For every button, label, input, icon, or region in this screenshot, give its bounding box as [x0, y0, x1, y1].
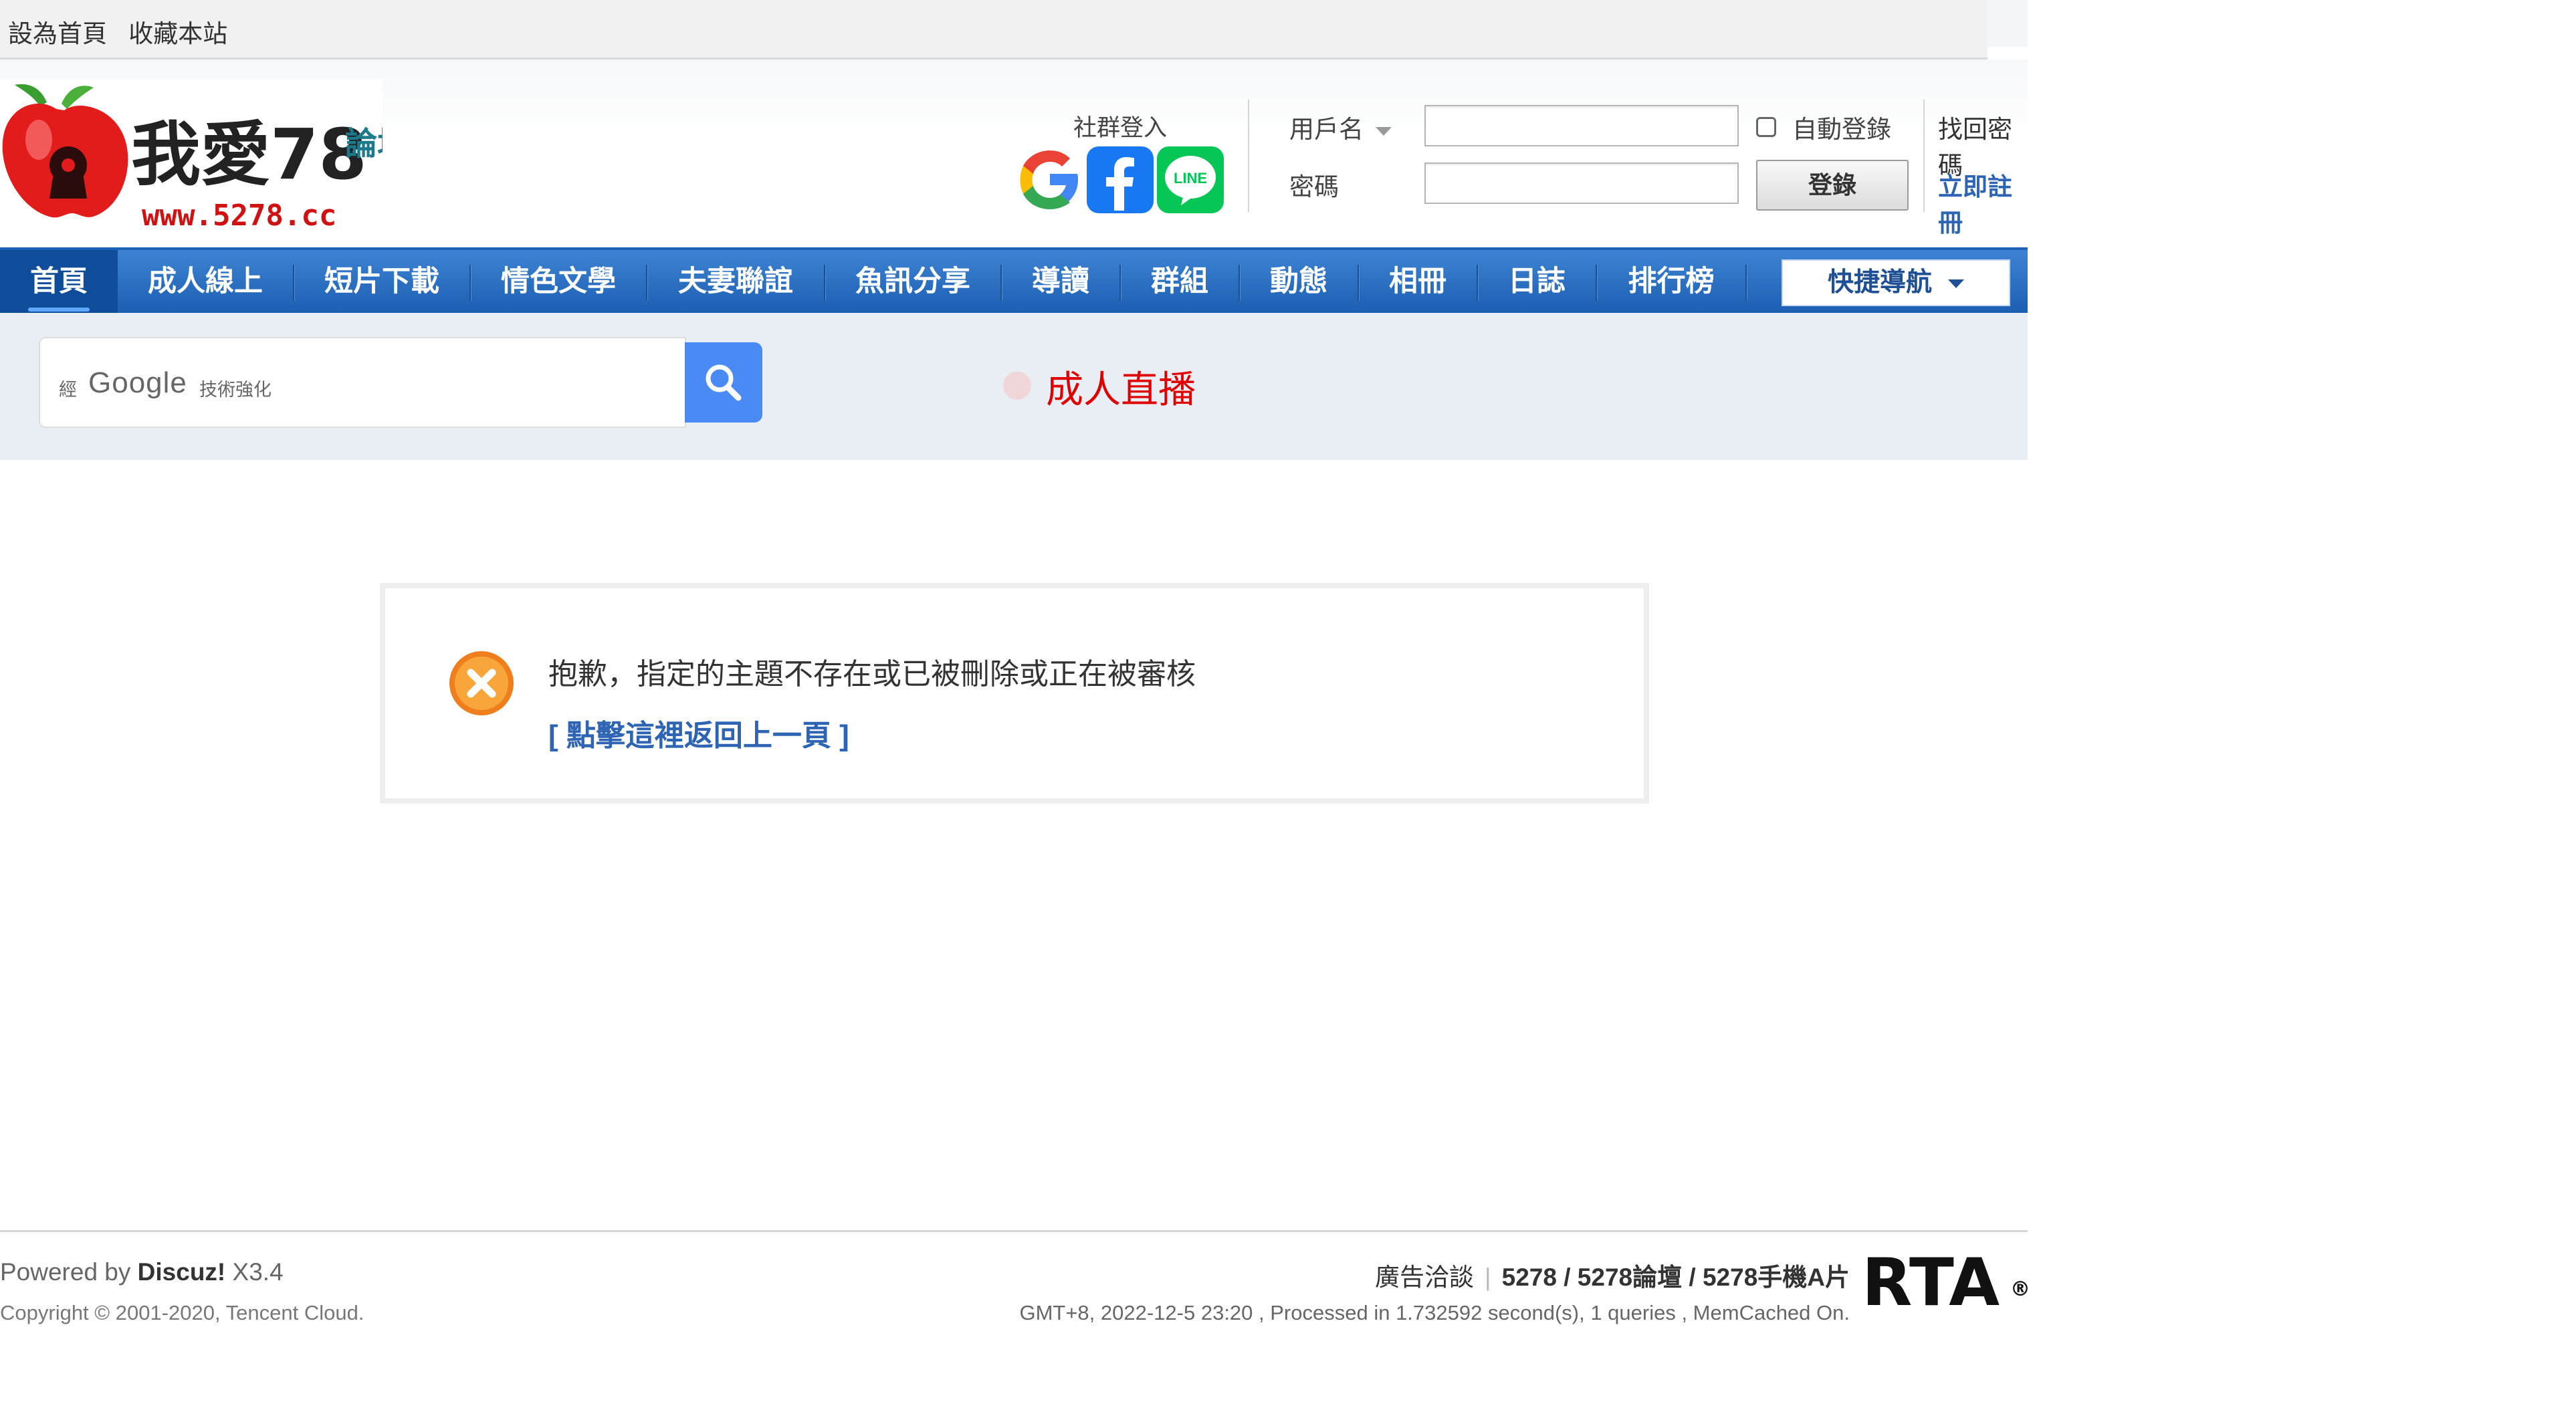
svg-text:論壇: 論壇	[345, 125, 383, 162]
svg-text:LINE: LINE	[1174, 170, 1207, 187]
nav-item-albums[interactable]: 相冊	[1359, 250, 1477, 313]
svg-text:RTA: RTA	[1862, 1249, 2000, 1313]
bookmark-site-link[interactable]: 收藏本站	[128, 20, 227, 47]
chevron-down-icon	[1376, 126, 1392, 136]
password-input[interactable]	[1424, 162, 1739, 204]
footer-divider	[0, 1230, 2028, 1232]
header-separator	[1248, 100, 1249, 212]
nav-item-rankings[interactable]: 排行榜	[1597, 250, 1745, 313]
social-login-title: 社群登入	[1073, 115, 1167, 141]
copyright: Copyright © 2001-2020, Tencent Cloud.	[0, 1301, 364, 1324]
search-suffix: 技術強化	[199, 380, 272, 400]
nav-item-groups[interactable]: 群組	[1121, 250, 1239, 313]
back-link[interactable]: [ 點擊這裡返回上一頁 ]	[548, 711, 849, 754]
chevron-down-icon	[1948, 279, 1964, 289]
nav-item-fish-info[interactable]: 魚訊分享	[825, 250, 1000, 313]
apple-logo-icon: 我愛78 論壇 www.5278.cc	[2, 84, 409, 233]
page: 設為首頁 收藏本站 我愛78 論壇 www.5278.cc 社群登入	[0, 0, 2576, 1418]
quick-nav-dropdown[interactable]: 快捷導航	[1782, 259, 2010, 306]
nav-item-couples[interactable]: 夫妻聯誼	[647, 250, 824, 313]
nav-item-activity[interactable]: 動態	[1240, 250, 1358, 313]
svg-text:我愛78: 我愛78	[131, 114, 367, 195]
search-button[interactable]	[685, 342, 762, 423]
header-separator-2	[1923, 100, 1925, 212]
nav-item-blogs[interactable]: 日誌	[1478, 250, 1596, 313]
rta-logo[interactable]: RTA ®	[1862, 1249, 2029, 1313]
search-input[interactable]: 經 Google 技術強化	[39, 337, 686, 428]
site-links[interactable]: 5278 / 5278論壇 / 5278手機A片	[1502, 1264, 1850, 1291]
header: 我愛78 論壇 www.5278.cc 社群登入	[0, 60, 2028, 247]
search-prefix: 經	[59, 380, 77, 400]
site-logo[interactable]: 我愛78 論壇 www.5278.cc	[0, 80, 409, 233]
line-icon[interactable]: LINE	[1157, 146, 1224, 213]
top-links: 設為首頁 收藏本站	[8, 13, 242, 49]
password-label: 密碼	[1289, 173, 1339, 201]
username-input[interactable]	[1424, 105, 1739, 146]
nav-item-home[interactable]: 首頁	[0, 250, 118, 313]
server-meta: GMT+8, 2022-12-5 23:20 , Processed in 1.…	[1019, 1301, 1850, 1324]
login-button[interactable]: 登錄	[1756, 160, 1909, 211]
error-message: 抱歉，指定的主題不存在或已被刪除或正在被審核	[548, 658, 1196, 691]
search-band: 經 Google 技術強化 成人直播	[0, 313, 2028, 460]
search-icon	[706, 364, 742, 401]
nav-item-guide[interactable]: 導讀	[1002, 250, 1119, 313]
google-icon[interactable]	[1016, 146, 1083, 213]
google-brand: Google	[88, 366, 187, 399]
auto-login-checkbox[interactable]	[1756, 117, 1776, 137]
nav-item-adult-online[interactable]: 成人線上	[118, 250, 293, 313]
error-icon	[449, 651, 514, 715]
svg-text:www.5278.cc: www.5278.cc	[142, 199, 336, 229]
page-column: 設為首頁 收藏本站 我愛78 論壇 www.5278.cc 社群登入	[0, 0, 2029, 1418]
adult-live-link[interactable]: 成人直播	[1046, 360, 1196, 414]
svg-text:®: ®	[2010, 1278, 2029, 1301]
pipe-divider: |	[1485, 1264, 1491, 1291]
username-label[interactable]: 用戶名	[1289, 109, 1392, 145]
auto-login-label: 自動登錄	[1792, 116, 1891, 143]
social-login-icons: LINE	[1016, 146, 1224, 213]
discuz-link[interactable]: Discuz!	[138, 1258, 226, 1286]
main-nav: 首頁 成人線上 短片下載 情色文學 夫妻聯誼 魚訊分享 導讀 群組 動態 相冊 …	[0, 247, 2028, 316]
set-homepage-link[interactable]: 設為首頁	[8, 20, 107, 47]
live-indicator-icon	[1003, 372, 1031, 400]
top-bar-edge	[1988, 0, 2028, 47]
nav-item-clip-download[interactable]: 短片下載	[294, 250, 469, 313]
register-link[interactable]: 立即註冊	[1938, 166, 2028, 239]
nav-divider	[1745, 265, 1747, 301]
nav-item-erotic-literature[interactable]: 情色文學	[471, 250, 646, 313]
message-panel: 抱歉，指定的主題不存在或已被刪除或正在被審核 [ 點擊這裡返回上一頁 ]	[380, 583, 1649, 804]
facebook-icon[interactable]	[1087, 146, 1154, 213]
footer-links: 廣告洽談 | 5278 / 5278論壇 / 5278手機A片	[1375, 1257, 1850, 1293]
ad-contact-link[interactable]: 廣告洽談	[1375, 1264, 1474, 1291]
powered-by: Powered by Discuz! X3.4	[0, 1258, 284, 1286]
social-login: 社群登入 LINE	[1016, 109, 1224, 213]
top-bar: 設為首頁 收藏本站	[0, 0, 1988, 60]
